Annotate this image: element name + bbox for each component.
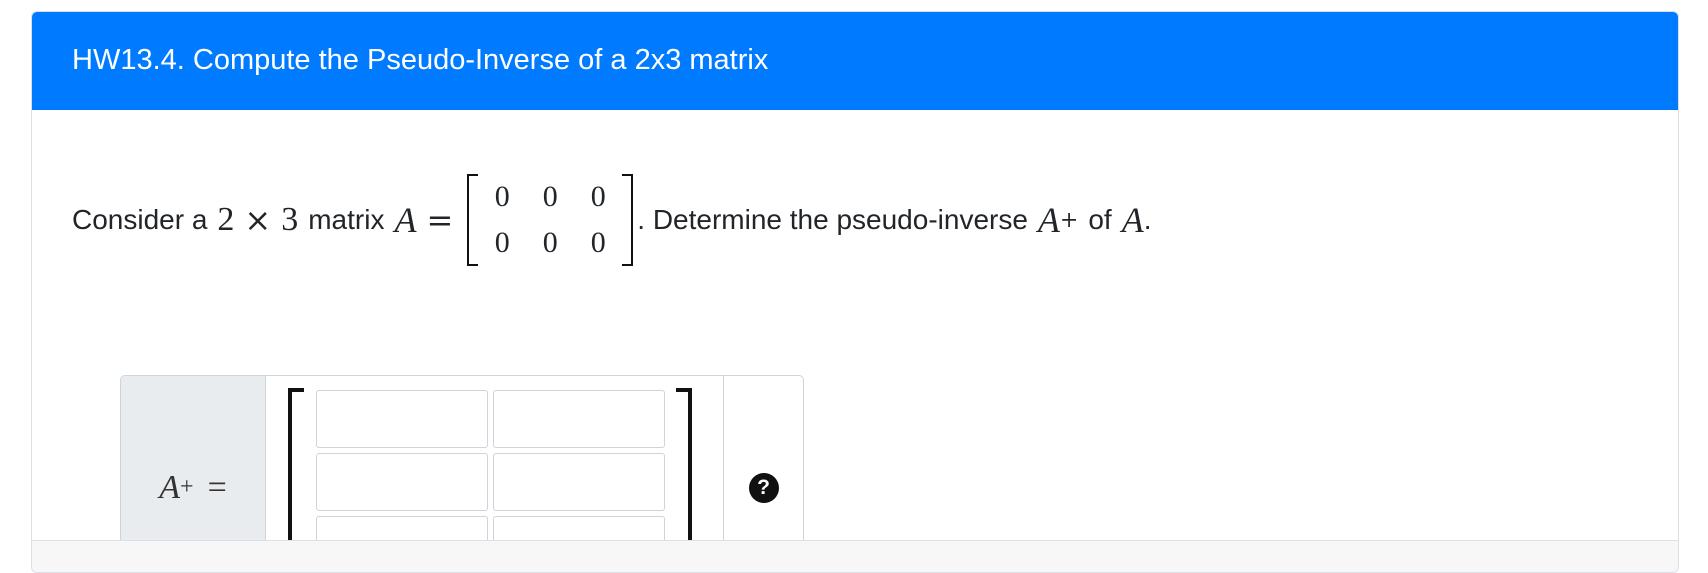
prompt-final-var: A	[1121, 200, 1144, 240]
prompt-var: A	[394, 200, 417, 240]
prompt-after: . Determine the pseudo-inverse	[637, 204, 1028, 235]
prompt-rows: 2	[217, 201, 235, 238]
matrix-entry: 0	[494, 226, 510, 259]
matrix-entry: 0	[542, 180, 558, 213]
question-footer	[32, 540, 1678, 572]
question-header: HW13.4. Compute the Pseudo-Inverse of a …	[32, 12, 1678, 110]
matrix-right-bracket	[622, 174, 634, 266]
matrix-entry: 0	[590, 180, 606, 213]
matrix-entry: 0	[494, 180, 510, 213]
prompt-period: .	[1143, 204, 1152, 235]
question-prompt: Consider a 2 × 3 matrix A = 0 0 0 0 0 0 …	[72, 165, 1152, 275]
prompt-intro: Consider a	[72, 204, 208, 235]
matrix-cell-input-r2c2[interactable]	[493, 453, 665, 511]
prompt-equals: =	[426, 201, 454, 239]
answer-label-sup: +	[180, 474, 194, 500]
matrix-cell-input-r1c2[interactable]	[493, 390, 665, 448]
matrix-cell-input-r1c1[interactable]	[316, 390, 488, 448]
question-card: HW13.4. Compute the Pseudo-Inverse of a …	[31, 11, 1679, 573]
matrix-cell-input-r2c1[interactable]	[316, 453, 488, 511]
prompt-plus: +	[1059, 207, 1079, 233]
prompt-times: ×	[244, 201, 272, 239]
question-title: HW13.4. Compute the Pseudo-Inverse of a …	[72, 43, 769, 76]
answer-label-equals: =	[207, 468, 227, 506]
prompt-matrix-word: matrix	[308, 204, 385, 235]
help-icon[interactable]: ?	[748, 472, 779, 503]
matrix-entry: 0	[542, 226, 558, 259]
prompt-of: of	[1088, 204, 1112, 235]
given-matrix: 0 0 0 0 0 0	[467, 174, 634, 266]
matrix-entries: 0 0 0 0 0 0	[478, 174, 622, 266]
prompt-cols: 3	[281, 201, 299, 238]
matrix-left-bracket	[467, 174, 479, 266]
answer-label-var: A	[159, 468, 181, 506]
prompt-pinv-var: A	[1037, 200, 1060, 240]
matrix-entry: 0	[590, 226, 606, 259]
